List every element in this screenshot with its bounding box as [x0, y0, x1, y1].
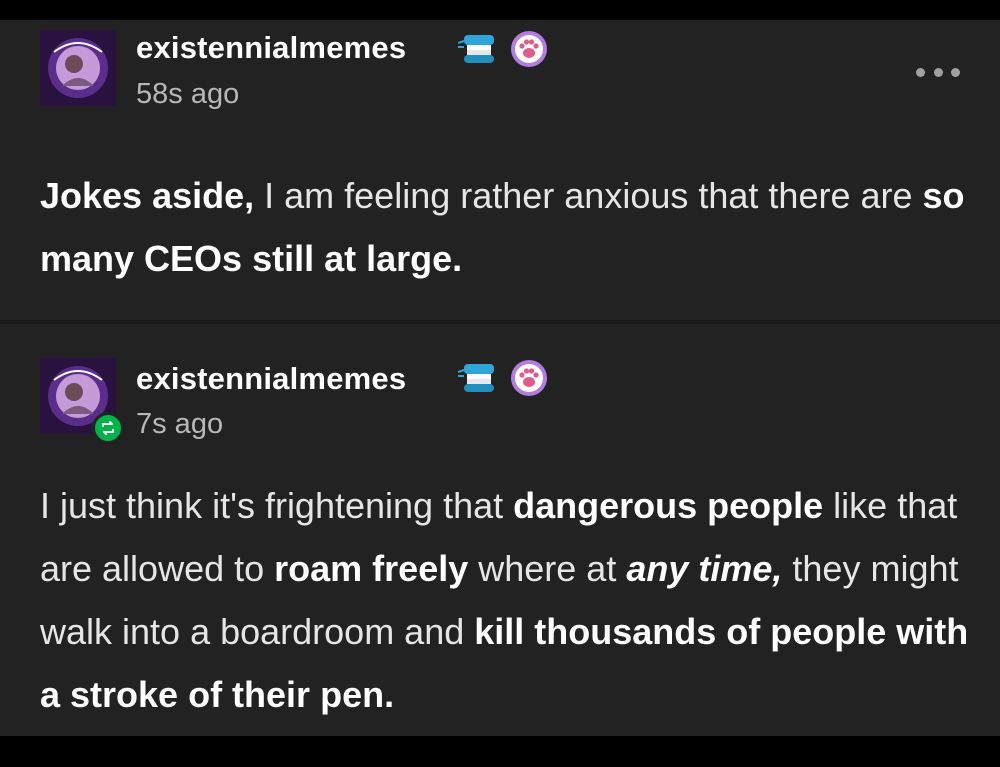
- dot: [951, 67, 960, 77]
- more-options-icon[interactable]: [916, 60, 960, 84]
- bold-text: dangerous people: [513, 485, 824, 526]
- bold-text: roam freely: [274, 548, 469, 589]
- paw-badge-icon: [511, 360, 547, 396]
- bold-text: Jokes aside,: [40, 175, 255, 216]
- timestamp: 7s ago: [136, 408, 224, 440]
- chattering-teeth-icon: [458, 35, 494, 63]
- avatar[interactable]: [40, 30, 116, 106]
- username[interactable]: existennialmemes: [136, 30, 406, 66]
- bold-text: any time,: [626, 548, 783, 589]
- username[interactable]: existennialmemes: [136, 361, 406, 397]
- paw-badge-icon: [511, 31, 547, 67]
- chattering-teeth-icon: [458, 364, 494, 392]
- timestamp: 58s ago: [136, 78, 240, 110]
- post-card: existennialmemes 7s ago I just think it'…: [0, 324, 1000, 736]
- avatar-image: [40, 30, 116, 106]
- badge-group: [458, 359, 548, 397]
- screenshot-frame: existennialmemes 58s ago Jokes aside, I …: [0, 0, 1000, 767]
- post-body: I just think it's frightening that dange…: [40, 474, 970, 726]
- dot: [933, 67, 943, 77]
- post-card: existennialmemes 58s ago Jokes aside, I …: [0, 20, 1000, 320]
- post-body: Jokes aside, I am feeling rather anxious…: [40, 164, 970, 290]
- badge-group: [458, 30, 548, 68]
- text-segment: where at: [468, 548, 627, 589]
- text-segment: I am feeling rather anxious that there a…: [254, 175, 923, 216]
- reblog-icon: [92, 412, 124, 444]
- dot: [916, 67, 925, 77]
- text-segment: I just think it's frightening that: [40, 485, 514, 526]
